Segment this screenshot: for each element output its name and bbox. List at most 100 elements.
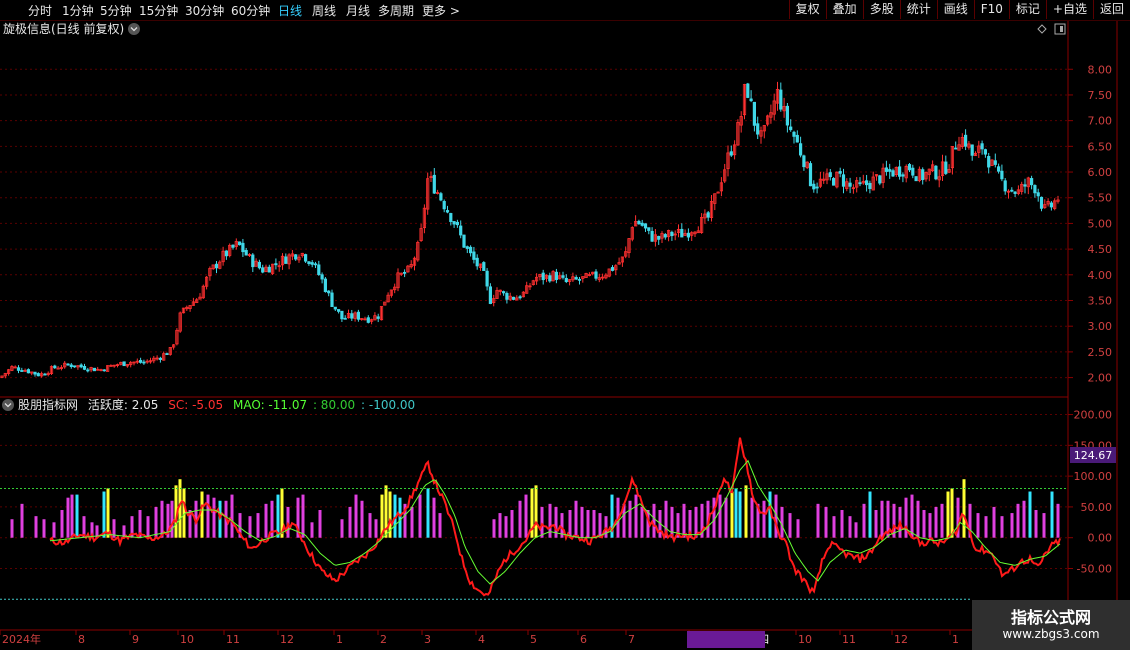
timeframe-2[interactable]: 5分钟 [100,2,132,19]
candle-body [465,246,469,249]
tool-button-0[interactable]: 复权 [788,0,826,19]
tool-button-4[interactable]: 画线 [936,0,974,19]
timeframe-4[interactable]: 30分钟 [185,2,224,19]
timeframe-6[interactable]: 日线 [278,2,302,19]
timeframe-3[interactable]: 15分钟 [139,2,178,19]
candle-body [577,278,582,281]
indicator-bar [70,494,74,538]
tool-button-7[interactable]: +自选 [1045,0,1093,19]
candle-body [284,256,288,264]
indicator-bar [1010,513,1014,538]
date-label: 3 [424,633,431,646]
indicator-bar [652,503,656,538]
candle-body [901,174,905,177]
candle-body [789,126,793,131]
candle-body [1036,192,1040,197]
indicator-bar [146,516,150,538]
candle-body [680,228,684,238]
indicator-dropdown-icon[interactable] [2,399,14,411]
candle-body [449,213,453,222]
indicator-bar [928,513,932,538]
candle-body [914,176,918,182]
timeframe-8[interactable]: 月线 [346,2,370,19]
candle-body [313,263,318,266]
candle-body [327,290,331,294]
timeframe-1[interactable]: 1分钟 [62,2,94,19]
indicator-bar [340,519,344,538]
tool-button-3[interactable]: 统计 [899,0,937,19]
indicator-bar [212,497,216,538]
timeframe-5[interactable]: 60分钟 [231,2,270,19]
indicator-bar [548,503,552,538]
candle-body [954,147,958,150]
indicator-bar [264,503,268,538]
candle-body [663,234,667,238]
candle-body [878,175,882,184]
tool-button-8[interactable]: 返回 [1092,0,1130,19]
tool-button-2[interactable]: 多股 [862,0,900,19]
indicator-bar [796,519,800,538]
timeframe-9[interactable]: 多周期 [378,2,414,19]
indicator-bar [712,497,716,538]
candle-body [670,231,674,237]
candle-body [475,257,479,267]
candle-body [33,371,37,375]
indicator-bar [42,519,46,538]
indicator-bar [910,494,914,538]
crosshair-value: 124.67 [1074,449,1113,462]
candle-body [898,166,902,177]
timeframe-7[interactable]: 周线 [312,2,336,19]
candle-body [244,250,248,256]
indicator-bar [862,503,866,538]
indicator-bar [824,506,828,538]
timeframe-10[interactable]: 更多 > [422,2,460,19]
indicator-bar [1034,509,1038,538]
indicator-bar [744,485,748,538]
candle-body [336,309,341,312]
candle-body [970,144,974,156]
candle-body [756,123,760,135]
candle-body [997,166,1001,172]
indicator-bar [34,516,38,538]
chart-area: 2.00 2.50 3.00 3.50 4.00 4.50 5.00 5.50 6.00 6.50… [0,21,1130,650]
candle-body [610,267,615,271]
watermark: 指标公式网 www.zbgs3.com [972,600,1130,650]
date-label: 11 [842,633,856,646]
indicator-bar [816,503,820,538]
activity-label: 活跃度: 2.05 [88,397,159,412]
candle-body [643,223,648,229]
candle-body [69,364,73,368]
candle-body [1013,191,1017,194]
candle-body [485,270,489,287]
candle-body [452,221,456,225]
candle-body [468,246,473,254]
indicator-bar [410,506,414,538]
timeframe-0[interactable]: 分时 [28,2,52,19]
candle-body [432,174,436,194]
tool-button-6[interactable]: 标记 [1008,0,1046,19]
candle-body [237,241,242,246]
candle-body [934,165,938,180]
indicator-bar [256,513,260,538]
indicator-bar [518,500,522,538]
candle-body [888,169,892,172]
candle-body [439,193,443,201]
watermark-line2: www.zbgs3.com [1002,627,1100,641]
candle-body [594,271,598,279]
price-panel-dropdown-icon[interactable] [128,23,140,35]
date-label: 6 [580,633,587,646]
indicator-tick-label: 50.00 [1081,501,1113,514]
candle-body [455,221,460,226]
tool-button-5[interactable]: F10 [973,0,1009,19]
indicator-bar [200,491,204,538]
candle-body [138,359,143,363]
indicator-bar [780,506,784,538]
price-tick-label: 2.50 [1088,346,1113,359]
price-tick-label: 6.00 [1088,166,1113,179]
candle-body [983,149,988,155]
price-tick-label: 7.00 [1088,115,1113,128]
candle-body [891,170,895,177]
tool-button-1[interactable]: 叠加 [825,0,863,19]
mao-label: MAO: -11.07 [233,398,307,412]
indicator-bar [762,500,766,538]
